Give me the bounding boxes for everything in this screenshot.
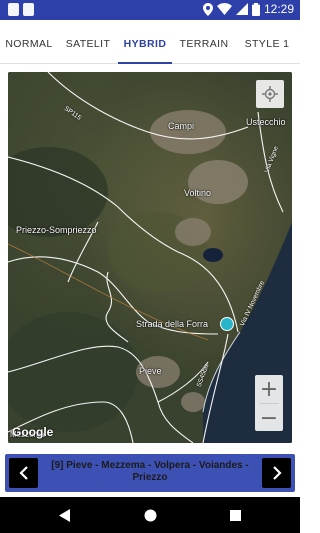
my-location-button[interactable]	[256, 80, 284, 108]
system-navigation-bar	[0, 497, 300, 533]
map-type-tabs: NORMAL SATELIT HYBRID TERRAIN STYLE 1	[0, 25, 300, 64]
crosshair-icon	[262, 86, 278, 102]
satellite-imagery	[8, 72, 292, 443]
back-icon	[59, 508, 70, 522]
battery-icon	[251, 2, 260, 16]
wifi-icon	[216, 3, 232, 15]
clock: 12:29	[263, 2, 294, 16]
place-label-strada-della-forra: Strada della Forra	[136, 319, 209, 329]
recents-button[interactable]	[215, 497, 255, 533]
location-icon	[202, 2, 213, 16]
status-bar: 12:29	[0, 0, 300, 20]
place-label-campi: Campi	[168, 121, 195, 131]
place-label-voltino: Voltino	[184, 188, 212, 198]
zoom-out-button[interactable]: −	[255, 404, 283, 432]
route-selector: [9] Pieve - Mezzema - Volpera - Voiandes…	[5, 454, 295, 492]
place-label-pieve: Pieve	[139, 366, 162, 376]
home-button[interactable]	[130, 497, 170, 533]
back-button[interactable]	[45, 497, 85, 533]
map-view[interactable]: SP115 Via Vigne Via IV Novembre SS45bis …	[8, 72, 292, 443]
previous-route-button[interactable]	[9, 458, 38, 488]
app-icon	[23, 3, 34, 16]
home-icon	[144, 509, 156, 521]
notification-icon	[8, 3, 19, 16]
chevron-right-icon	[272, 466, 282, 480]
tab-style-1[interactable]: STYLE 1	[236, 25, 298, 63]
tab-terrain[interactable]: TERRAIN	[172, 25, 236, 63]
place-label-priezzo-sompriezzo: Priezzo-Sompriezzo	[16, 225, 97, 235]
signal-icon	[235, 3, 248, 15]
route-title: [9] Pieve - Mezzema - Volpera - Voiandes…	[51, 460, 249, 483]
tab-normal[interactable]: NORMAL	[0, 25, 58, 63]
google-attribution: Google	[12, 425, 54, 439]
chevron-left-icon	[18, 466, 28, 480]
tab-hybrid[interactable]: HYBRID	[118, 25, 172, 64]
zoom-in-button[interactable]: +	[255, 375, 283, 403]
place-label-ustecchio: Ustecchio	[246, 117, 286, 127]
map-marker-icon[interactable]	[220, 317, 234, 331]
tab-satelit[interactable]: SATELIT	[58, 25, 118, 63]
next-route-button[interactable]	[262, 458, 291, 488]
zoom-controls: + −	[255, 375, 283, 431]
recents-icon	[229, 509, 241, 521]
